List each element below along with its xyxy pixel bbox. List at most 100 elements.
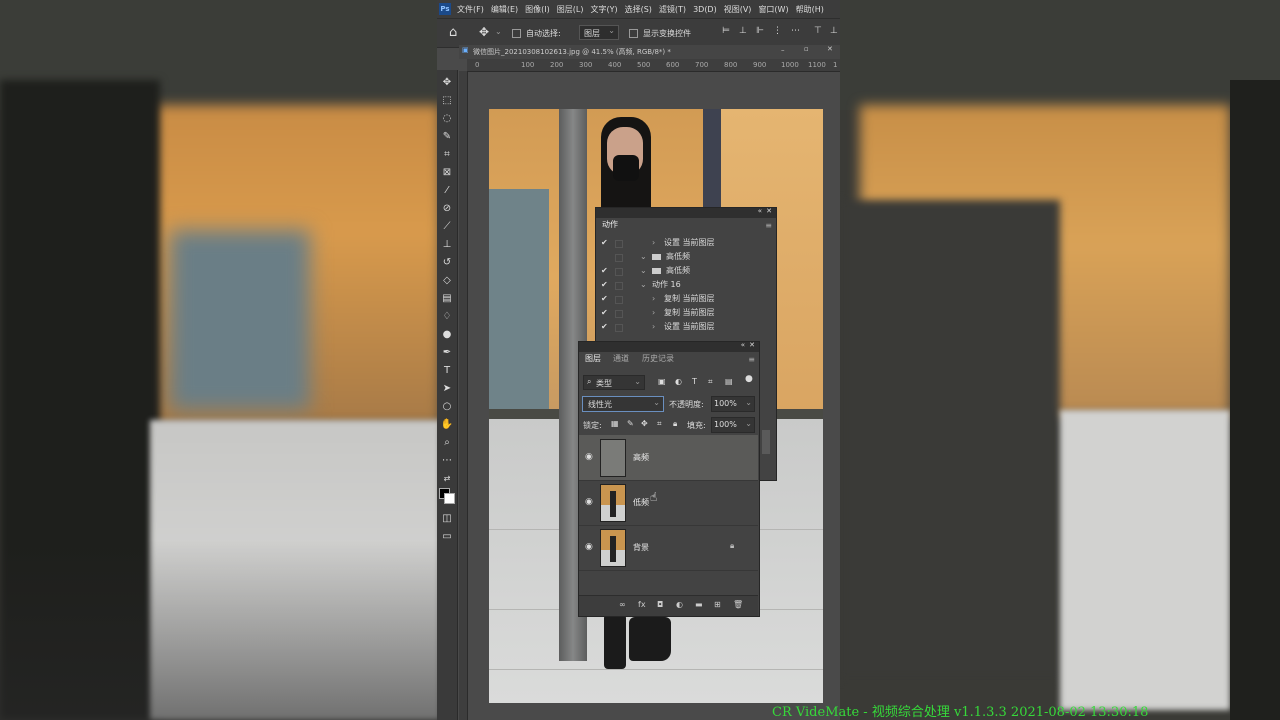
close-icon[interactable]: ✕ — [766, 207, 772, 215]
home-icon[interactable]: ⌂ — [449, 25, 457, 40]
layer-row[interactable]: ◉ 低频 — [579, 480, 758, 526]
action-expand-arrow[interactable]: ⌄ — [640, 278, 647, 292]
distribute-icon[interactable]: ⋮ — [773, 26, 782, 36]
panel-menu-icon[interactable]: ≡ — [765, 221, 772, 230]
mask-icon[interactable]: ◘ — [657, 600, 663, 609]
filter-smart-object-icon[interactable]: ▤ — [725, 377, 733, 386]
action-enabled-check[interactable]: ✔ — [601, 236, 608, 250]
move-tool-icon[interactable]: ✥ — [479, 25, 489, 39]
auto-select-dropdown[interactable]: 图层 ⌄ — [579, 25, 619, 40]
action-row[interactable]: ✔ › 设置 当前图层 — [596, 236, 774, 250]
action-dialog-toggle[interactable] — [615, 240, 623, 248]
action-dialog-toggle[interactable] — [615, 296, 623, 304]
lock-image-icon[interactable]: ✎ — [627, 419, 634, 428]
more-options-icon[interactable]: ⋯ — [791, 26, 800, 36]
lock-all-icon[interactable]: 🔒︎ — [673, 419, 677, 429]
layer-row[interactable]: ◉ 背景 🔒︎ — [579, 525, 758, 571]
blend-mode-dropdown[interactable]: 线性光 ⌄ — [582, 396, 664, 412]
action-row[interactable]: ⌄ 高低频 — [596, 250, 774, 264]
action-row[interactable]: ✔ ⌄ 动作 16 — [596, 278, 774, 292]
more-tools-icon[interactable]: ⋯ — [440, 454, 454, 468]
layer-filter-dropdown[interactable]: ⌕ 类型 ⌄ — [583, 375, 645, 390]
dodge-tool-icon[interactable]: ● — [440, 328, 454, 342]
lasso-tool-icon[interactable]: ◌ — [440, 112, 454, 126]
auto-select-checkbox[interactable] — [512, 29, 521, 38]
menu-image[interactable]: 图像(I) — [525, 4, 550, 15]
tab-actions[interactable]: 动作 — [602, 218, 618, 232]
pen-tool-icon[interactable]: ✒ — [440, 346, 454, 360]
fx-icon[interactable]: fx — [638, 600, 646, 609]
shape-tool-icon[interactable]: ○ — [440, 400, 454, 414]
align-center-icon[interactable]: ⊥ — [739, 26, 747, 36]
menu-type[interactable]: 文字(Y) — [590, 4, 617, 15]
action-dialog-toggle[interactable] — [615, 310, 623, 318]
distribute-vertical-icon[interactable]: ⊤ — [814, 26, 822, 36]
layer-row[interactable]: ◉ 高频 — [579, 435, 758, 481]
lock-transparent-icon[interactable]: ▦ — [611, 419, 619, 428]
filter-toggle-icon[interactable]: ● — [745, 374, 753, 384]
layers-scrollbar[interactable] — [762, 430, 770, 454]
action-expand-arrow[interactable]: › — [652, 320, 655, 334]
menu-help[interactable]: 帮助(H) — [796, 4, 824, 15]
panel-menu-icon[interactable]: ≡ — [748, 355, 755, 364]
action-row[interactable]: ✔ › 复制 当前图层 — [596, 292, 774, 306]
filter-adjustment-icon[interactable]: ◐ — [675, 377, 682, 386]
show-transform-checkbox[interactable] — [629, 29, 638, 38]
tab-channels[interactable]: 通道 — [613, 352, 629, 366]
collapse-icon[interactable]: « — [741, 341, 745, 349]
align-bottom-icon[interactable]: ⊥ — [830, 26, 838, 36]
eraser-tool-icon[interactable]: ◇ — [440, 274, 454, 288]
filter-shape-icon[interactable]: ⌗ — [708, 377, 713, 387]
group-folder-icon[interactable]: ▬ — [695, 600, 703, 609]
action-row[interactable]: ✔ ⌄ 高低频 — [596, 264, 774, 278]
actions-panel-titlebar[interactable]: « ✕ — [596, 207, 776, 218]
action-enabled-check[interactable]: ✔ — [601, 278, 608, 292]
menu-file[interactable]: 文件(F) — [457, 4, 484, 15]
move-tool-icon[interactable]: ✥ — [440, 76, 454, 90]
maximize-icon[interactable]: ▫ — [804, 45, 809, 53]
menu-view[interactable]: 视图(V) — [724, 4, 752, 15]
menu-filter[interactable]: 滤镜(T) — [659, 4, 686, 15]
tab-history[interactable]: 历史记录 — [642, 352, 674, 366]
brush-tool-icon[interactable]: ⟋ — [440, 220, 454, 234]
background-color-swatch[interactable] — [444, 493, 455, 504]
quick-mask-icon[interactable]: ◫ — [440, 512, 454, 526]
action-expand-arrow[interactable]: ⌄ — [640, 264, 647, 278]
visibility-eye-icon[interactable]: ◉ — [585, 452, 593, 462]
filter-type-icon[interactable]: T — [692, 377, 697, 386]
swap-colors-icon[interactable]: ⇄ — [440, 472, 454, 486]
align-right-icon[interactable]: ⊩ — [756, 26, 764, 36]
path-select-icon[interactable]: ➤ — [440, 382, 454, 396]
tab-layers[interactable]: 图层 — [585, 352, 601, 366]
filter-pixel-icon[interactable]: ▣ — [658, 377, 666, 386]
eyedropper-tool-icon[interactable]: ⁄ — [440, 184, 454, 198]
menu-select[interactable]: 选择(S) — [625, 4, 652, 15]
action-dialog-toggle[interactable] — [615, 268, 623, 276]
action-expand-arrow[interactable]: › — [652, 236, 655, 250]
fill-field[interactable]: 100% ⌄ — [711, 417, 755, 433]
visibility-eye-icon[interactable]: ◉ — [585, 542, 593, 552]
gradient-tool-icon[interactable]: ▤ — [440, 292, 454, 306]
action-dialog-toggle[interactable] — [615, 254, 623, 262]
action-enabled-check[interactable]: ✔ — [601, 306, 608, 320]
align-left-icon[interactable]: ⊨ — [722, 26, 730, 36]
clone-stamp-icon[interactable]: ⊥ — [440, 238, 454, 252]
action-enabled-check[interactable]: ✔ — [601, 292, 608, 306]
menu-layer[interactable]: 图层(L) — [557, 4, 584, 15]
menu-window[interactable]: 窗口(W) — [758, 4, 788, 15]
action-enabled-check[interactable]: ✔ — [601, 264, 608, 278]
action-dialog-toggle[interactable] — [615, 324, 623, 332]
layers-panel-titlebar[interactable]: « ✕ — [579, 341, 759, 352]
hand-tool-icon[interactable]: ✋ — [440, 418, 454, 432]
minimize-icon[interactable]: – — [781, 46, 785, 54]
history-brush-icon[interactable]: ↺ — [440, 256, 454, 270]
tool-preset-chevron-icon[interactable]: ⌄ — [495, 27, 502, 36]
frame-tool-icon[interactable]: ⊠ — [440, 166, 454, 180]
healing-brush-icon[interactable]: ⊘ — [440, 202, 454, 216]
close-icon[interactable]: ✕ — [749, 341, 755, 349]
action-enabled-check[interactable]: ✔ — [601, 320, 608, 334]
close-icon[interactable]: ✕ — [827, 45, 833, 53]
adjustment-icon[interactable]: ◐ — [676, 600, 683, 609]
lock-position-icon[interactable]: ✥ — [641, 419, 648, 428]
marquee-tool-icon[interactable]: ⬚ — [440, 94, 454, 108]
